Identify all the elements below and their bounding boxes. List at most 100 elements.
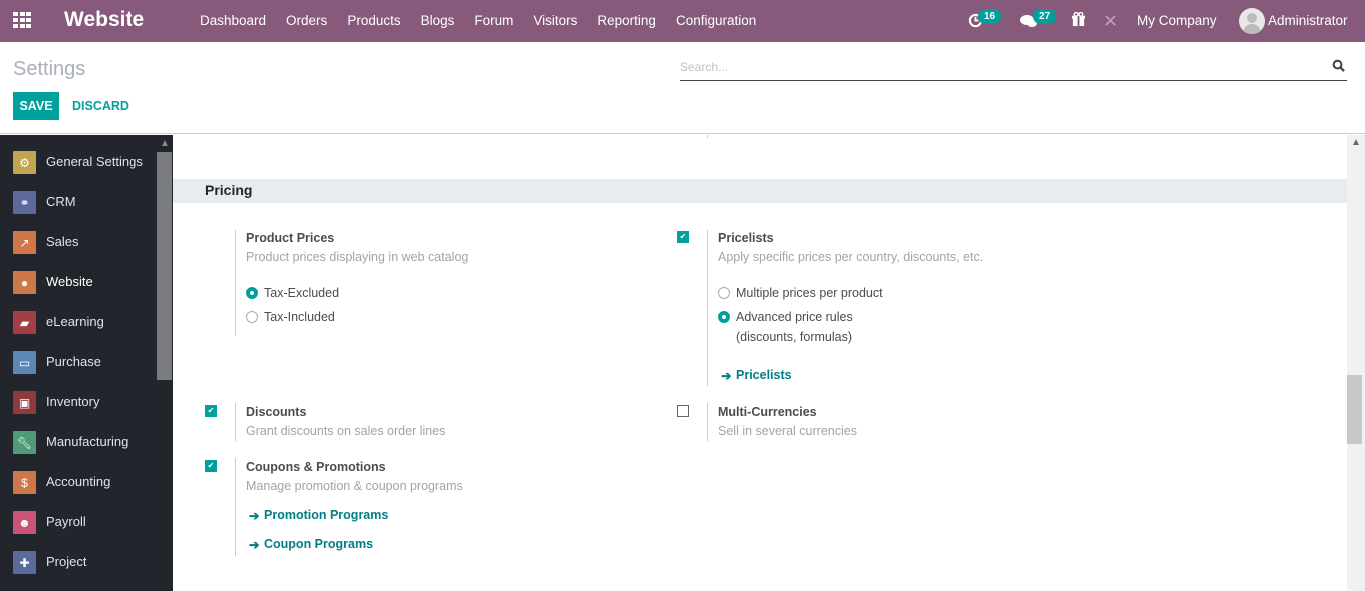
discard-button[interactable]: DISCARD [72, 92, 129, 120]
main-menu: Dashboard Orders Products Blogs Forum Vi… [190, 0, 766, 42]
gift-icon[interactable] [1071, 12, 1086, 27]
menu-dashboard[interactable]: Dashboard [190, 0, 276, 42]
settings-sidebar: ⚙ General Settings ⚭ CRM ↗ Sales ● Websi… [0, 135, 173, 591]
menu-visitors[interactable]: Visitors [523, 0, 587, 42]
menu-orders[interactable]: Orders [276, 0, 337, 42]
coupons-checkbox[interactable]: ✔ [205, 460, 217, 472]
divider [235, 403, 236, 441]
activity-button[interactable]: 16 [966, 0, 1002, 42]
sidebar-item-label: Website [46, 274, 93, 289]
sidebar-item-label: Accounting [46, 474, 111, 489]
section-title: Pricing [205, 182, 253, 198]
multiple-prices-radio[interactable] [718, 287, 730, 299]
sidebar-item-label: Project [46, 554, 87, 569]
gear-icon: ⚙ [13, 151, 36, 174]
tax-excluded-radio[interactable] [246, 287, 258, 299]
sidebar-item-sales[interactable]: ↗ Sales [0, 222, 157, 262]
pricelists-description: Apply specific prices per country, disco… [718, 250, 984, 264]
avatar [1239, 8, 1265, 34]
menu-blogs[interactable]: Blogs [411, 0, 465, 42]
page-title: Settings [13, 58, 86, 80]
sidebar-item-label: General Settings [46, 154, 143, 169]
tax-included-radio[interactable] [246, 311, 258, 323]
multi-currencies-description: Sell in several currencies [718, 424, 857, 438]
link-label: Promotion Programs [264, 508, 389, 522]
link-label: Pricelists [736, 368, 792, 382]
save-button[interactable]: SAVE [13, 92, 59, 120]
divider [707, 135, 708, 138]
content-scrollbar[interactable]: ▲ [1347, 135, 1365, 591]
payroll-icon: ☻ [13, 511, 36, 534]
option-label: Multiple prices per product [736, 286, 883, 300]
arrow-right-icon: ➔ [249, 509, 260, 523]
product-prices-title: Product Prices [246, 231, 335, 245]
coupons-description: Manage promotion & coupon programs [246, 479, 463, 493]
sidebar-item-label: Purchase [46, 354, 101, 369]
product-prices-description: Product prices displaying in web catalog [246, 250, 469, 264]
menu-configuration[interactable]: Configuration [666, 0, 766, 42]
sidebar-item-crm[interactable]: ⚭ CRM [0, 182, 157, 222]
search-icon[interactable] [1332, 59, 1345, 72]
coupons-title: Coupons & Promotions [246, 460, 386, 474]
advanced-price-rules-radio[interactable] [718, 311, 730, 323]
pricelists-title: Pricelists [718, 231, 774, 245]
activity-count-badge: 16 [978, 9, 1002, 24]
sidebar-item-project[interactable]: ✚ Project [0, 542, 157, 582]
discounts-title: Discounts [246, 405, 307, 419]
search-input[interactable] [680, 52, 1280, 74]
sidebar-item-label: Sales [46, 234, 79, 249]
sidebar-item-payroll[interactable]: ☻ Payroll [0, 502, 157, 542]
arrow-right-icon: ➔ [249, 538, 260, 552]
discounts-checkbox[interactable]: ✔ [205, 405, 217, 417]
sidebar-item-website[interactable]: ● Website [0, 262, 157, 302]
app-name: Website [64, 8, 145, 31]
divider [707, 230, 708, 386]
sidebar-item-manufacturing[interactable]: 🔧︎ Manufacturing [0, 422, 157, 462]
menu-reporting[interactable]: Reporting [587, 0, 666, 42]
settings-content: Pricing Product Prices Product prices di… [173, 135, 1347, 591]
menu-forum[interactable]: Forum [464, 0, 523, 42]
divider [707, 403, 708, 441]
pricelists-checkbox[interactable]: ✔ [677, 231, 689, 243]
box-icon: ▣ [13, 391, 36, 414]
invoice-icon: $ [13, 471, 36, 494]
puzzle-icon: ✚ [13, 551, 36, 574]
credit-card-icon: ▭ [13, 351, 36, 374]
sidebar-scrollbar-thumb[interactable] [157, 152, 172, 380]
user-name: Administrator [1268, 13, 1348, 28]
option-sublabel: (discounts, formulas) [736, 330, 853, 344]
sidebar-item-label: Inventory [46, 394, 100, 409]
wrench-icon: 🔧︎ [13, 431, 36, 454]
arrow-right-icon: ➔ [721, 369, 732, 383]
option-label: Advanced price rules [736, 310, 853, 324]
search-box [680, 52, 1347, 81]
sidebar-item-purchase[interactable]: ▭ Purchase [0, 342, 157, 382]
globe-icon: ● [13, 271, 36, 294]
sidebar-scroll-up-icon[interactable]: ▲ [160, 138, 170, 149]
discounts-description: Grant discounts on sales order lines [246, 424, 446, 438]
company-switcher[interactable]: My Company [1137, 0, 1217, 42]
sidebar-item-label: Payroll [46, 514, 86, 529]
handshake-icon: ⚭ [13, 191, 36, 214]
multi-currencies-title: Multi-Currencies [718, 405, 817, 419]
sidebar-item-general-settings[interactable]: ⚙ General Settings [0, 142, 157, 182]
divider [235, 458, 236, 556]
elearning-icon: ▰ [13, 311, 36, 334]
multi-currencies-checkbox[interactable] [677, 405, 689, 417]
control-panel: Settings SAVE DISCARD [0, 42, 1365, 134]
section-header-pricing: Pricing [173, 179, 1347, 203]
messages-count-badge: 27 [1033, 9, 1057, 24]
messages-button[interactable]: 27 [1020, 0, 1058, 42]
debug-tools-icon[interactable] [1104, 14, 1117, 27]
sidebar-item-accounting[interactable]: $ Accounting [0, 462, 157, 502]
scroll-up-icon[interactable]: ▲ [1351, 137, 1361, 148]
menu-products[interactable]: Products [337, 0, 410, 42]
sidebar-item-elearning[interactable]: ▰ eLearning [0, 302, 157, 342]
link-label: Coupon Programs [264, 537, 374, 551]
top-navbar: Website Dashboard Orders Products Blogs … [0, 0, 1365, 42]
sidebar-item-label: CRM [46, 194, 76, 209]
divider [235, 230, 236, 336]
content-scrollbar-thumb[interactable] [1347, 375, 1362, 444]
sidebar-item-inventory[interactable]: ▣ Inventory [0, 382, 157, 422]
apps-menu-icon[interactable] [13, 12, 31, 28]
